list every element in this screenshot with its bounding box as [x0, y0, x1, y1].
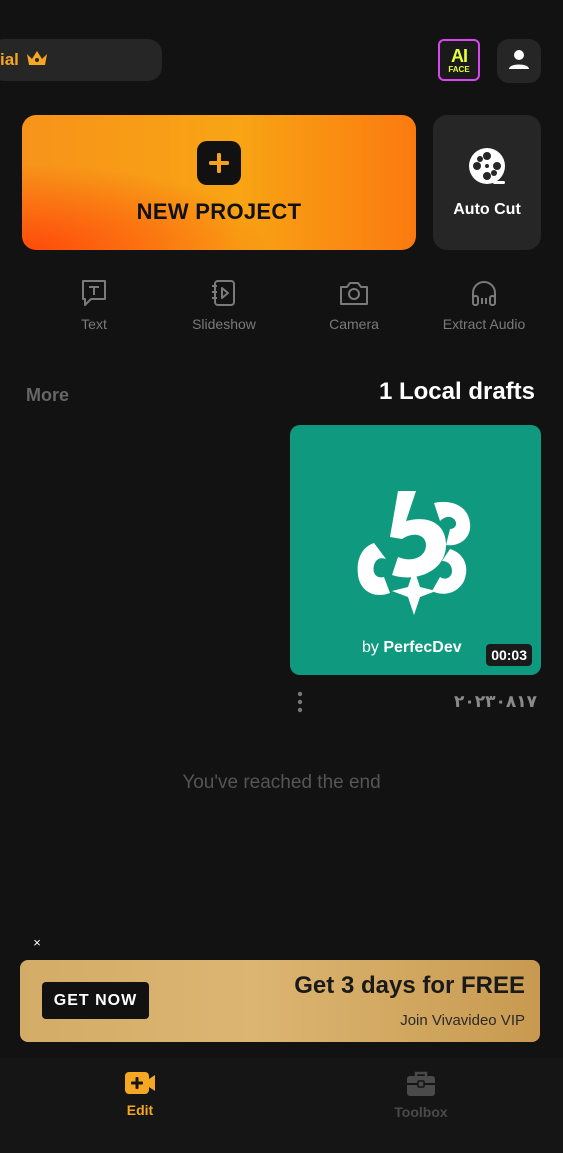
- more-options-icon[interactable]: [294, 690, 306, 719]
- tool-text-label: Text: [81, 316, 107, 332]
- promo-title: Get 3 days for FREE: [294, 972, 525, 999]
- tool-extract-audio[interactable]: Extract Audio: [424, 278, 544, 332]
- tab-edit-label: Edit: [126, 1102, 154, 1118]
- ai-face-line2: FACE: [448, 64, 470, 74]
- user-icon: [507, 47, 531, 76]
- plus-icon: [197, 140, 241, 185]
- tool-camera[interactable]: Camera: [294, 278, 414, 332]
- draft-brand: PerfecDev: [383, 639, 462, 656]
- crown-icon: [25, 48, 49, 73]
- camera-icon: [338, 278, 370, 316]
- vip-trial-pill[interactable]: ial: [0, 39, 162, 81]
- draft-date: ٢٠٢٣٠٨١٧: [453, 692, 537, 711]
- new-project-button[interactable]: NEW PROJECT: [22, 115, 416, 250]
- video-plus-icon: [123, 1070, 157, 1102]
- tab-edit[interactable]: Edit: [90, 1070, 190, 1118]
- tool-extract-audio-label: Extract Audio: [442, 316, 526, 332]
- tools-row: Text Slideshow Camera Extract Audio: [0, 278, 563, 338]
- tool-slideshow-label: Slideshow: [192, 316, 256, 332]
- more-link[interactable]: More: [26, 385, 69, 406]
- ai-face-button[interactable]: AI FACE: [438, 39, 480, 81]
- draft-thumbnail[interactable]: by PerfecDev 00:03: [290, 425, 541, 675]
- text-icon: [79, 278, 109, 316]
- get-now-button[interactable]: GET NOW: [42, 982, 149, 1019]
- auto-cut-button[interactable]: Auto Cut: [433, 115, 541, 250]
- slideshow-icon: [209, 278, 239, 316]
- vip-promo-banner[interactable]: GET NOW Get 3 days for FREE Join Vivavid…: [20, 960, 540, 1042]
- tab-toolbox[interactable]: Toolbox: [371, 1070, 471, 1120]
- tool-slideshow[interactable]: Slideshow: [164, 278, 284, 332]
- ai-face-line1: AI: [451, 45, 468, 66]
- tab-toolbox-label: Toolbox: [394, 1104, 448, 1120]
- perfecdev-logo: [354, 487, 476, 622]
- tool-text[interactable]: Text: [34, 278, 154, 332]
- end-of-list-text: You've reached the end: [182, 772, 381, 793]
- draft-duration-badge: 00:03: [486, 644, 532, 666]
- close-promo-icon[interactable]: ×: [29, 935, 45, 951]
- toolbox-icon: [405, 1070, 437, 1104]
- draft-byline: by PerfecDev: [362, 639, 462, 657]
- bottom-tab-bar: Edit Toolbox: [0, 1058, 563, 1153]
- draft-by: by: [362, 639, 384, 656]
- auto-cut-label: Auto Cut: [453, 201, 521, 218]
- profile-button[interactable]: [497, 39, 541, 83]
- tool-camera-label: Camera: [329, 316, 379, 332]
- film-reel-icon: [467, 146, 507, 191]
- headphones-icon: [469, 278, 499, 316]
- new-project-label: NEW PROJECT: [136, 198, 302, 224]
- local-drafts-title: 1 Local drafts: [378, 378, 535, 405]
- promo-subtitle: Join Vivavideo VIP: [400, 1012, 525, 1029]
- trial-label: ial: [0, 50, 19, 69]
